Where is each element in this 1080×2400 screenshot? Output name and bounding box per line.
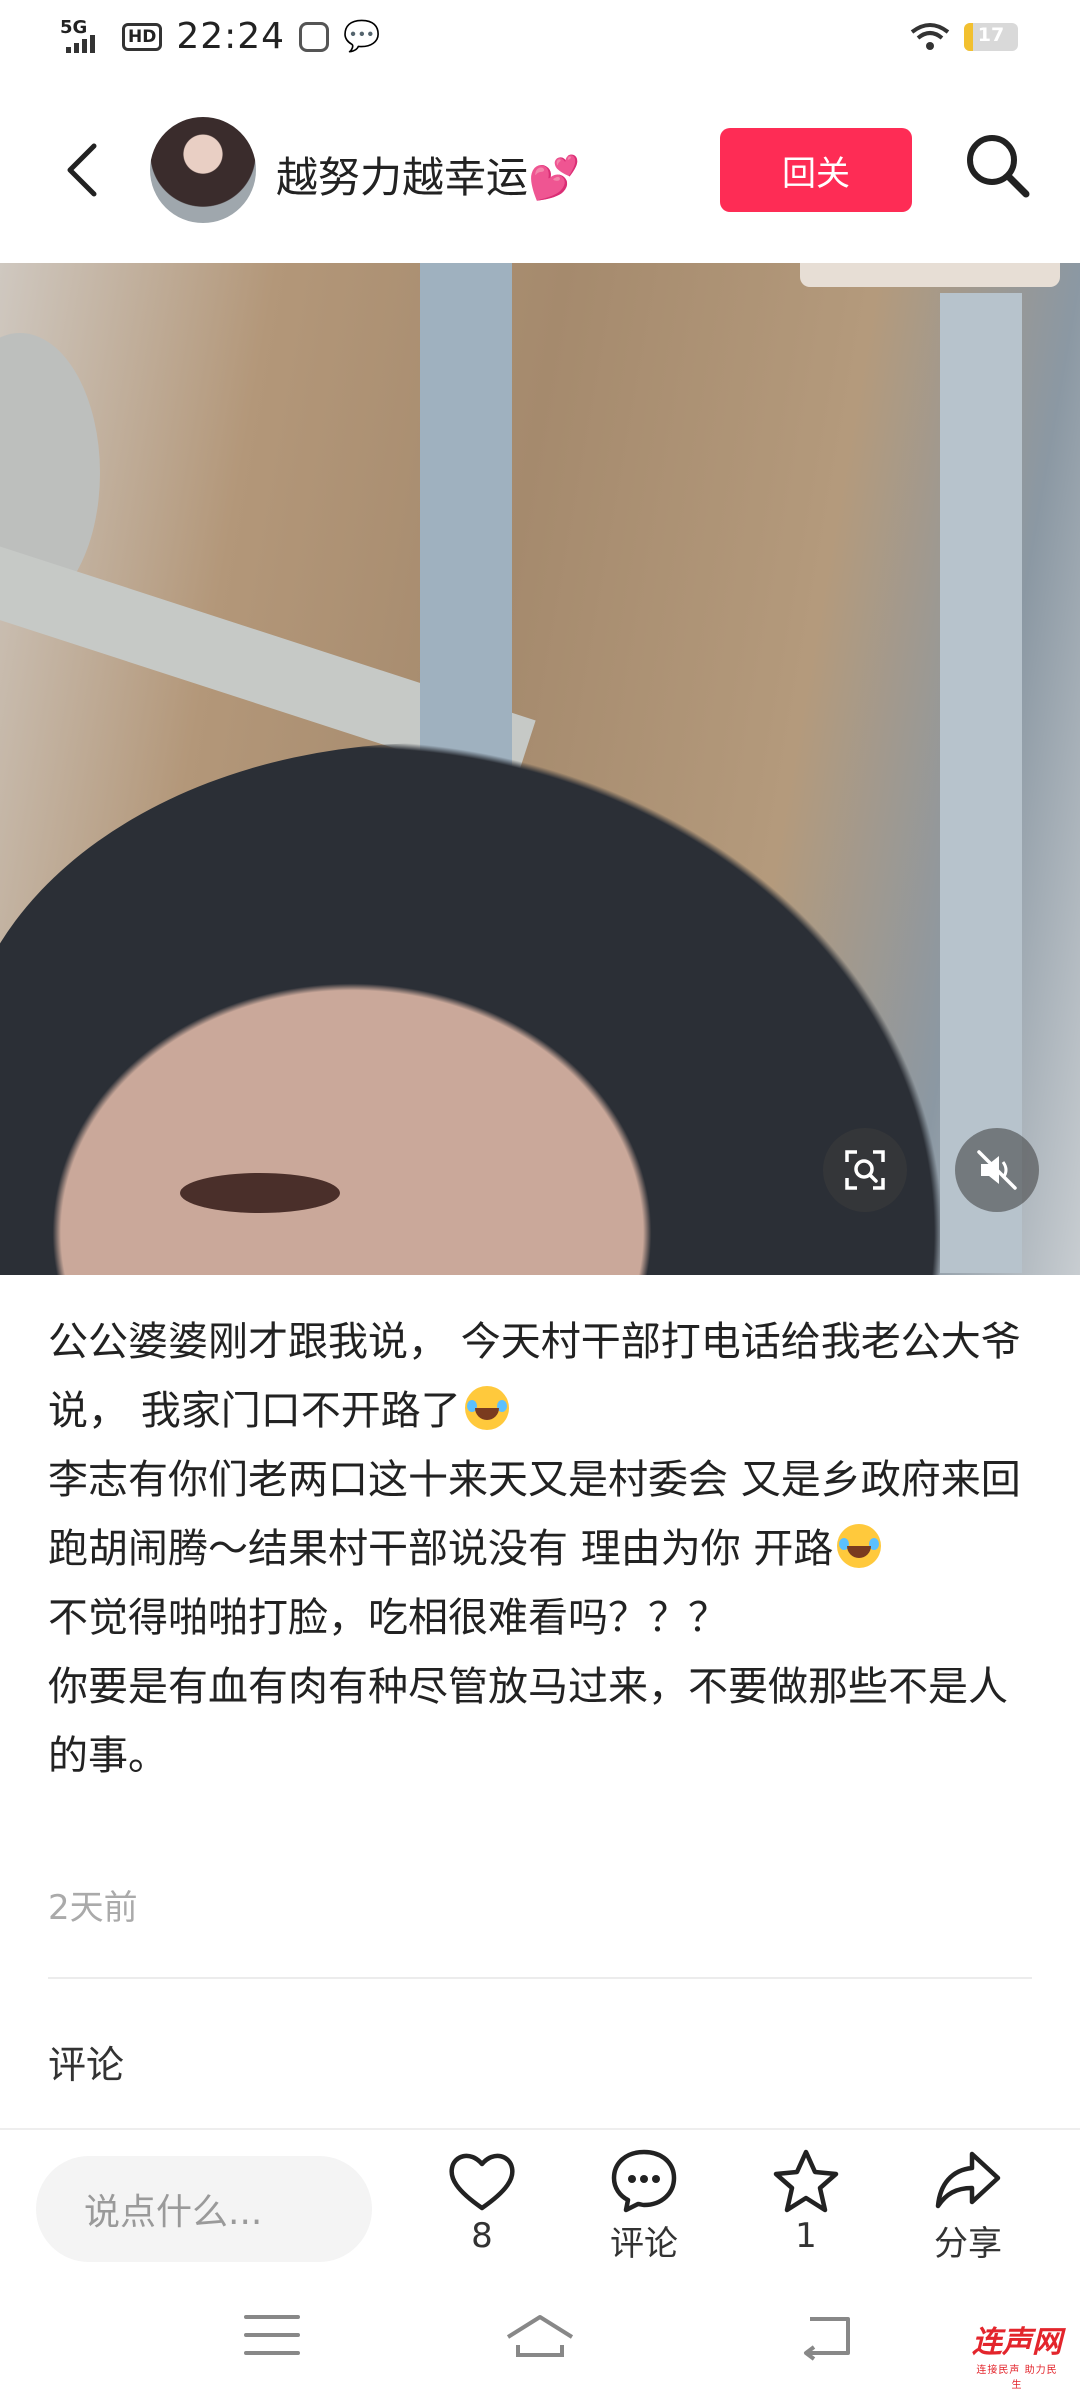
caption-line: 公公婆婆刚才跟我说， 今天村干部打电话给我老公大爷说， 我家门口不开路了 — [48, 1319, 1021, 1434]
mute-button[interactable] — [955, 1128, 1039, 1212]
like-count: 8 — [471, 2216, 493, 2256]
username[interactable]: 越努力越幸运💕 — [276, 144, 580, 205]
battery-icon: 17 — [964, 23, 1018, 51]
mute-icon — [977, 1150, 1017, 1190]
share-button[interactable]: 分享 — [908, 2148, 1028, 2265]
back-icon[interactable] — [58, 140, 108, 200]
caption-line: 李志有你们老两口这十来天又是村委会 又是乡政府来回跑胡闹腾～结果村干部说没有 理… — [48, 1457, 1021, 1572]
share-label: 分享 — [934, 2224, 1002, 2264]
follow-back-button[interactable]: 回关 — [720, 128, 912, 212]
post-image[interactable] — [0, 263, 1080, 1275]
post-timestamp: 2天前 — [48, 1888, 138, 1928]
comment-icon — [611, 2149, 677, 2213]
hd-icon: HD — [122, 22, 163, 51]
system-nav-bar: 连声网 连接民声 助力民生 — [0, 2275, 1080, 2400]
comments-heading: 评论 — [48, 2043, 125, 2087]
post-caption: 公公婆婆刚才跟我说， 今天村干部打电话给我老公大爷说， 我家门口不开路了 李志有… — [48, 1308, 1028, 1791]
avatar[interactable] — [150, 117, 256, 223]
scan-button[interactable] — [823, 1128, 907, 1212]
face-shape — [0, 743, 940, 1275]
post-header: 越努力越幸运💕 回关 — [0, 100, 1080, 240]
menu-icon[interactable] — [232, 2305, 312, 2365]
eye-shape — [180, 1173, 340, 1213]
watermark-logo: 连声网 连接民声 助力民生 — [972, 2325, 1062, 2391]
comment-input[interactable]: 说点什么... — [36, 2156, 372, 2262]
search-icon[interactable] — [962, 130, 1032, 200]
favorite-button[interactable]: 1 — [746, 2148, 866, 2256]
bottom-action-bar: 说点什么... 8 评论 1 分享 — [0, 2128, 1080, 2275]
photo-edge — [800, 263, 1060, 287]
post-shape — [940, 293, 1022, 1273]
notification-app-icon — [299, 21, 330, 52]
like-button[interactable]: 8 — [422, 2148, 542, 2256]
scan-icon — [845, 1150, 885, 1190]
share-icon — [935, 2151, 1001, 2209]
favorite-count: 1 — [795, 2216, 817, 2256]
wechat-icon: 💬 — [343, 19, 381, 54]
laughing-emoji-icon — [837, 1524, 882, 1568]
home-icon[interactable] — [500, 2305, 580, 2365]
heart-icon — [449, 2153, 515, 2211]
divider — [48, 1977, 1032, 1979]
caption-line: 你要是有血有肉有种尽管放马过来，不要做那些不是人的事。 — [48, 1664, 1008, 1779]
comment-button[interactable]: 评论 — [584, 2148, 704, 2265]
wifi-icon — [910, 23, 950, 50]
clock: 22:24 — [176, 16, 286, 57]
star-icon — [773, 2149, 839, 2213]
back-nav-icon[interactable] — [790, 2305, 870, 2365]
laughing-emoji-icon — [464, 1386, 509, 1430]
status-bar: 5G HD 22:24 💬 17 — [0, 0, 1080, 84]
comment-label: 评论 — [610, 2224, 678, 2264]
caption-line: 不觉得啪啪打脸，吃相很难看吗？？？ — [48, 1595, 728, 1641]
cellular-signal-icon: 5G — [60, 17, 108, 57]
